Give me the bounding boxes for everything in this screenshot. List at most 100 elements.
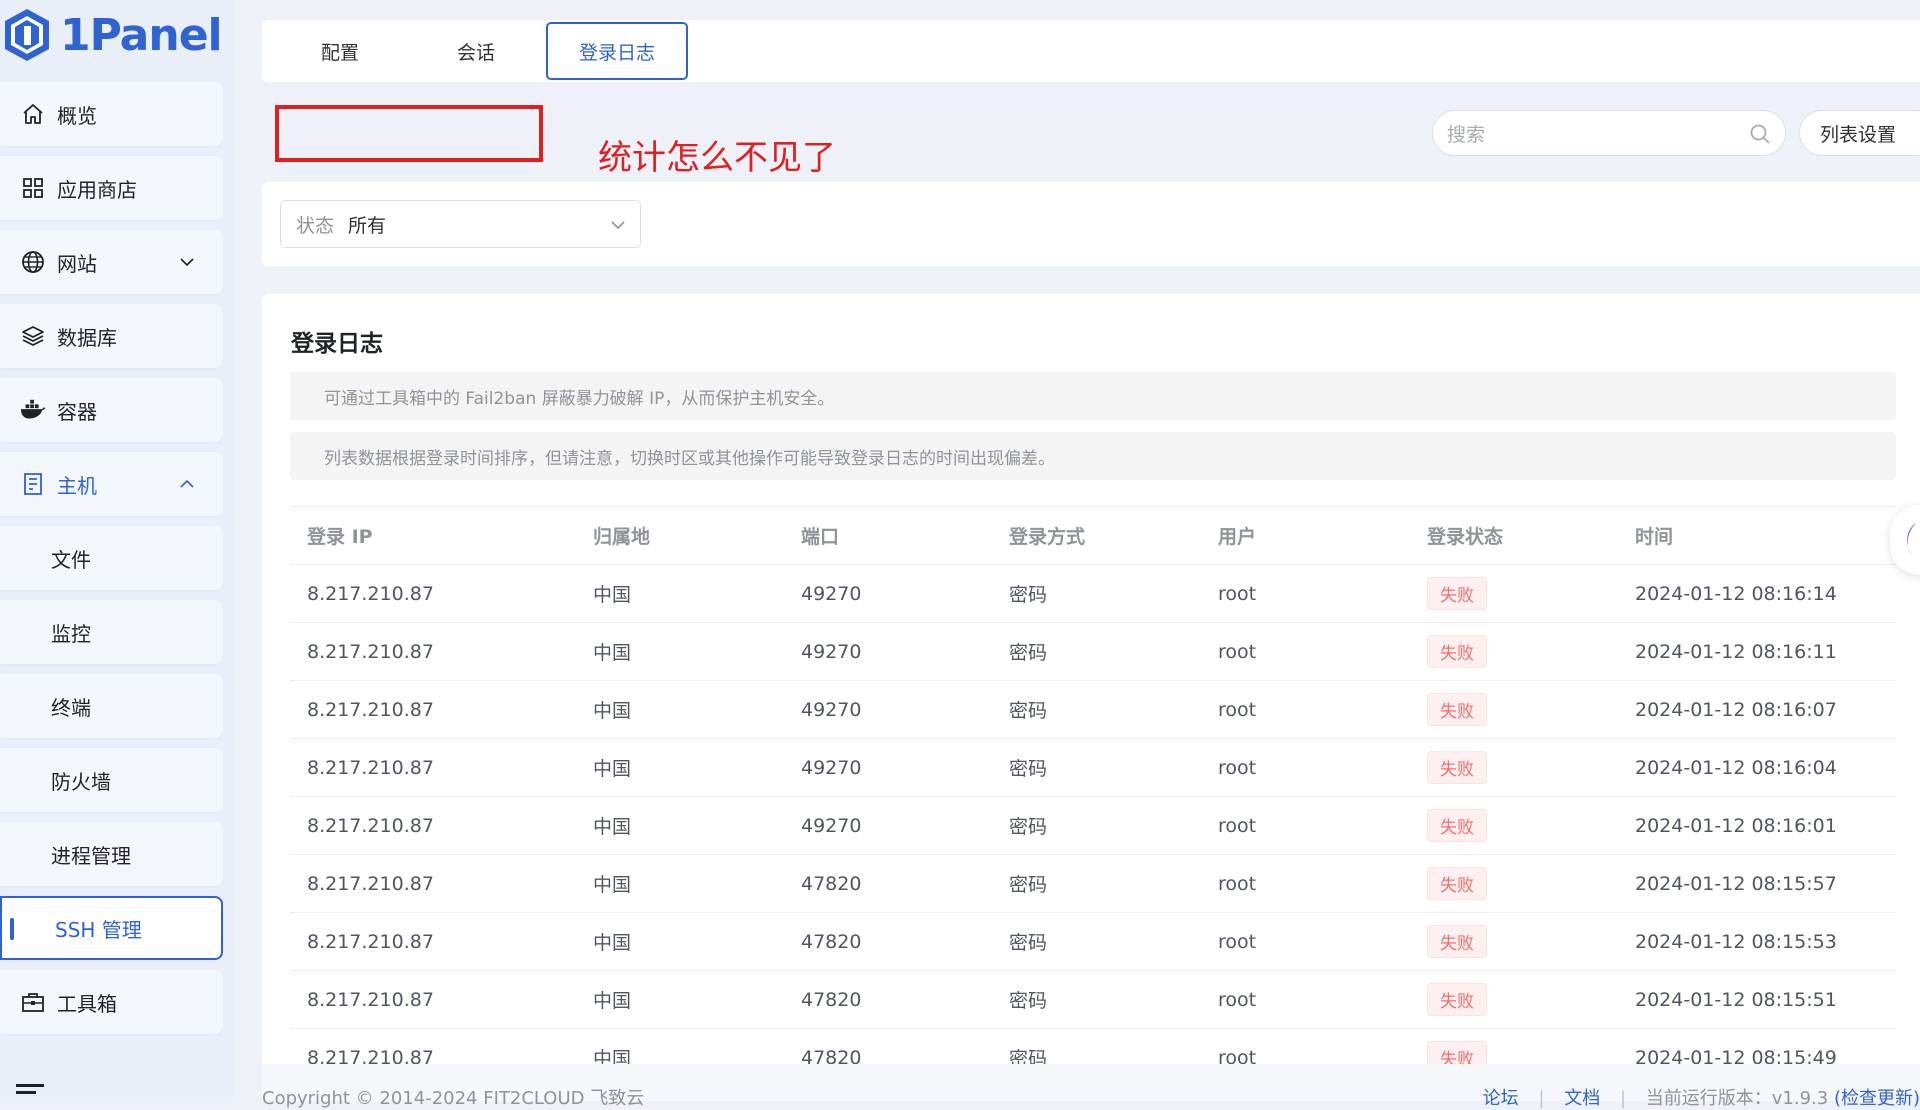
tab-login-log[interactable]: 登录日志 [546, 22, 688, 80]
footer-links: 论坛 | 文档 | 当前运行版本：v1.9.3 (检查更新) [1483, 1084, 1920, 1110]
table-cell: 中国 [576, 970, 784, 1029]
filter-bar: 状态 所有 [262, 182, 1920, 266]
tab-config[interactable]: 配置 [282, 22, 398, 80]
sidebar-item-label: 数据库 [57, 325, 117, 350]
table-cell: root [1201, 564, 1410, 623]
sidebar-subitem-5[interactable]: SSH 管理 [0, 896, 223, 960]
forum-link[interactable]: 论坛 [1483, 1088, 1519, 1109]
table-cell: 中国 [576, 1028, 784, 1064]
table-cell: root [1201, 622, 1410, 681]
sidebar-item-2[interactable]: 网站 [0, 230, 223, 294]
sidebar-subitem-4[interactable]: 进程管理 [0, 822, 223, 886]
table-row: 8.217.210.87 中国 47820 密码 root 失败 2024-01-12 08… [290, 970, 1896, 1029]
sidebar-item-toolbox[interactable]: 工具箱 [0, 970, 223, 1034]
table-cell: 密码 [992, 564, 1201, 623]
table-cell: 密码 [992, 854, 1201, 913]
table-cell: 密码 [992, 796, 1201, 855]
table-cell: 8.217.210.87 [290, 622, 576, 681]
table-cell: 2024-01-12 08:15:57 [1618, 854, 1896, 913]
table-cell: 8.217.210.87 [290, 680, 576, 739]
home-icon [20, 101, 46, 127]
table-cell: 中国 [576, 796, 784, 855]
status-select[interactable]: 状态 所有 [280, 200, 641, 248]
table-cell: 2024-01-12 08:15:51 [1618, 970, 1896, 1029]
table-row: 8.217.210.87 中国 49270 密码 root 失败 2024-01-12 08… [290, 738, 1896, 797]
login-log-table: 登录 IP 归属地 端口 登录方式 用户 登录状态 时间 8.217.210.87 中国 492… [290, 506, 1896, 1064]
status-badge: 失败 [1427, 867, 1487, 900]
table-cell: 失败 [1410, 1028, 1618, 1064]
logo-icon [5, 9, 49, 61]
table-cell: 密码 [992, 680, 1201, 739]
check-update-link[interactable]: (检查更新) [1834, 1088, 1920, 1109]
grid-icon [20, 175, 46, 201]
sidebar-item-label: 概览 [57, 103, 97, 128]
table-cell: 密码 [992, 622, 1201, 681]
sidebar-subitem-label: 监控 [51, 621, 91, 646]
active-indicator [10, 918, 14, 940]
column-header: 时间 [1618, 506, 1896, 565]
sidebar-subitem-label: 文件 [51, 547, 91, 572]
table-cell: 8.217.210.87 [290, 564, 576, 623]
page-title: 登录日志 [291, 331, 383, 357]
table-header: 登录 IP 归属地 端口 登录方式 用户 登录状态 时间 [290, 506, 1896, 565]
brand-logo[interactable]: 1Panel [0, 0, 233, 70]
sidebar-item-5[interactable]: 主机 [0, 452, 223, 516]
column-header: 登录方式 [992, 506, 1201, 565]
table-row: 8.217.210.87 中国 49270 密码 root 失败 2024-01-12 08… [290, 680, 1896, 739]
search-input[interactable]: 搜索 [1432, 110, 1786, 156]
table-cell: 49270 [784, 796, 992, 855]
list-settings-button[interactable]: 列表设置 [1799, 110, 1920, 156]
sidebar-subitem-3[interactable]: 防火墙 [0, 748, 223, 812]
table-cell: 中国 [576, 622, 784, 681]
footer: Copyright © 2014-2024 FIT2CLOUD 飞致云 论坛 |… [262, 1064, 1920, 1109]
copyright: Copyright © 2014-2024 FIT2CLOUD 飞致云 [262, 1088, 645, 1109]
sidebar-subitem-2[interactable]: 终端 [0, 674, 223, 738]
table-cell: root [1201, 1028, 1410, 1064]
status-badge: 失败 [1427, 1041, 1487, 1064]
sidebar-menu: 概览应用商店网站数据库容器主机文件监控终端防火墙进程管理 SSH 管理工具箱 [0, 82, 223, 1044]
table-cell: 中国 [576, 912, 784, 971]
table-cell: root [1201, 854, 1410, 913]
table-row: 8.217.210.87 中国 49270 密码 root 失败 2024-01-12 08… [290, 564, 1896, 623]
sidebar-item-3[interactable]: 数据库 [0, 304, 223, 368]
brand-name: 1Panel [60, 9, 223, 61]
sidebar-subitem-0[interactable]: 文件 [0, 526, 223, 590]
table-cell: 8.217.210.87 [290, 854, 576, 913]
column-header: 登录状态 [1410, 506, 1618, 565]
table-cell: 8.217.210.87 [290, 796, 576, 855]
search-icon[interactable] [1749, 123, 1771, 145]
footer-divider: | [1619, 1088, 1627, 1109]
table-cell: 中国 [576, 680, 784, 739]
table-cell: 2024-01-12 08:15:49 [1618, 1028, 1896, 1064]
table-cell: 8.217.210.87 [290, 970, 576, 1029]
docs-link[interactable]: 文档 [1564, 1088, 1600, 1109]
table-cell: 49270 [784, 738, 992, 797]
sidebar-item-0[interactable]: 概览 [0, 82, 223, 146]
collapse-menu-icon[interactable] [16, 1084, 46, 1100]
table-cell: 密码 [992, 912, 1201, 971]
table-cell: 失败 [1410, 680, 1618, 739]
status-badge: 失败 [1427, 635, 1487, 668]
table-cell: 失败 [1410, 564, 1618, 623]
version-text: 当前运行版本：v1.9.3 [1645, 1088, 1829, 1109]
table-cell: 2024-01-12 08:15:53 [1618, 912, 1896, 971]
table-cell: 失败 [1410, 970, 1618, 1029]
table-row: 8.217.210.87 中国 47820 密码 root 失败 2024-01-12 08… [290, 1028, 1896, 1064]
search-placeholder: 搜索 [1447, 123, 1486, 146]
main-content: 配置 会话 登录日志 统计怎么不见了 搜索 列表设置 状态 所有 登录日志 可通… [233, 0, 1920, 1109]
status-value: 所有 [348, 214, 387, 237]
layers-icon [20, 323, 46, 349]
annotation-text: 统计怎么不见了 [598, 138, 836, 178]
sidebar-item-1[interactable]: 应用商店 [0, 156, 223, 220]
tab-sessions[interactable]: 会话 [418, 22, 534, 80]
annotation-box [275, 105, 543, 162]
sidebar-subitem-1[interactable]: 监控 [0, 600, 223, 664]
chevron-up-icon [180, 479, 194, 488]
sidebar-item-label: 工具箱 [57, 991, 117, 1016]
table-cell: 中国 [576, 564, 784, 623]
sidebar-item-label: 主机 [57, 473, 97, 498]
sidebar-item-4[interactable]: 容器 [0, 378, 223, 442]
status-badge: 失败 [1427, 925, 1487, 958]
status-badge: 失败 [1427, 693, 1487, 726]
table-cell: 49270 [784, 622, 992, 681]
